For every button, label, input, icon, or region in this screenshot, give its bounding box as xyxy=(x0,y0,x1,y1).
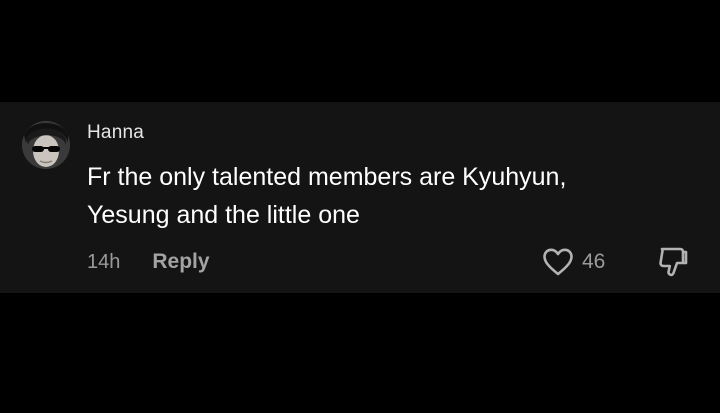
dislike-button[interactable] xyxy=(656,245,690,279)
avatar[interactable] xyxy=(22,121,70,169)
comment-card: Hanna Fr the only talented members are K… xyxy=(0,102,720,293)
comment-text-line: Yesung and the little one xyxy=(87,201,360,229)
like-count: 46 xyxy=(582,250,606,273)
username[interactable]: Hanna xyxy=(87,122,144,144)
like-button[interactable]: 46 xyxy=(542,247,605,277)
avatar-image xyxy=(22,121,70,169)
comment-text: Fr the only talented members are Kyuhyun… xyxy=(87,158,687,234)
heart-outline-icon[interactable] xyxy=(542,247,574,277)
comment-meta-row: 14h Reply xyxy=(87,248,210,276)
reply-button[interactable]: Reply xyxy=(152,250,209,274)
timestamp: 14h xyxy=(87,250,121,273)
comment-text-line: Fr the only talented members are Kyuhyun… xyxy=(87,163,567,191)
thumbs-down-outline-icon[interactable] xyxy=(656,245,690,279)
